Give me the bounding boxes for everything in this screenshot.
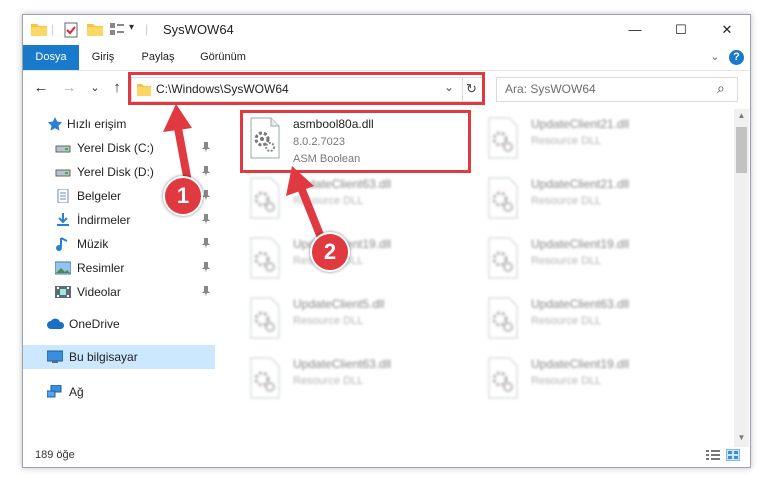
callout-2: 2 — [310, 232, 350, 272]
annotation-arrows — [163, 104, 326, 244]
arrow-1 — [163, 104, 192, 186]
callout-1: 1 — [163, 176, 203, 216]
arrow-2 — [286, 166, 326, 244]
